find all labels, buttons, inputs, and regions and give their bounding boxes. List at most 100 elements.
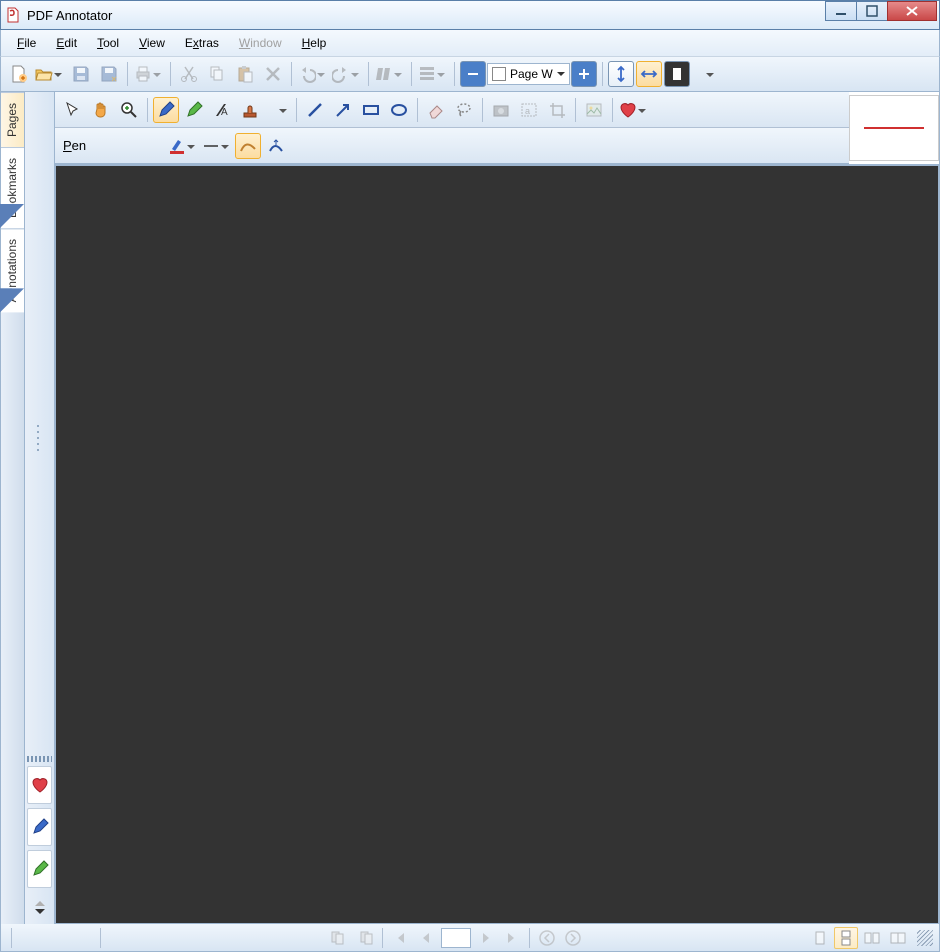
favorite-heart[interactable] — [27, 766, 52, 804]
menu-file[interactable]: File — [7, 33, 46, 53]
side-tab-pages[interactable]: Pages — [1, 92, 24, 147]
zoom-combo[interactable]: Page W — [487, 63, 570, 85]
layout-button[interactable] — [417, 61, 449, 87]
toolbar-separator — [411, 62, 412, 86]
fit-width-button[interactable] — [636, 61, 662, 87]
toolbar-separator — [575, 98, 576, 122]
pen-color-button[interactable] — [167, 133, 199, 159]
layout-two-page-button[interactable] — [860, 927, 884, 949]
nav-forward-button[interactable] — [561, 927, 585, 949]
prev-page-button[interactable] — [414, 927, 438, 949]
menu-extras[interactable]: Extras — [175, 33, 229, 53]
zoom-in-button[interactable] — [571, 61, 597, 87]
toolbar-separator — [127, 62, 128, 86]
zoom-tool[interactable] — [116, 97, 142, 123]
stamp-tool[interactable] — [237, 97, 263, 123]
pen-width-button[interactable] — [201, 133, 233, 159]
app-icon — [5, 7, 21, 23]
minimize-button[interactable] — [825, 1, 857, 21]
arrow-tool[interactable] — [330, 97, 356, 123]
menu-view[interactable]: View — [129, 33, 175, 53]
page-number-input[interactable] — [441, 928, 471, 948]
toolbar-separator — [417, 98, 418, 122]
lasso-tool[interactable] — [451, 97, 477, 123]
pen-preview — [849, 95, 939, 161]
favorite-pen-blue[interactable] — [27, 808, 52, 846]
print-button[interactable] — [133, 61, 165, 87]
favorite-add-button[interactable] — [618, 97, 650, 123]
status-separator — [382, 928, 383, 948]
preview-stroke — [864, 127, 924, 129]
text-tool[interactable]: A — [209, 97, 235, 123]
undo-button[interactable] — [297, 61, 329, 87]
save-as-button[interactable] — [96, 61, 122, 87]
layout-continuous-button[interactable] — [834, 927, 858, 949]
open-button[interactable] — [34, 61, 66, 87]
next-doc-button[interactable] — [353, 927, 377, 949]
last-page-button[interactable] — [500, 927, 524, 949]
toolbar-separator — [147, 98, 148, 122]
crop-tool[interactable] — [544, 97, 570, 123]
toolbar-separator — [368, 62, 369, 86]
select-text-tool[interactable]: a — [516, 97, 542, 123]
document-canvas[interactable] — [55, 165, 939, 924]
chevron-down-icon — [35, 909, 45, 919]
snapshot-tool[interactable] — [488, 97, 514, 123]
menu-help[interactable]: Help — [292, 33, 337, 53]
favorites-spacer — [25, 92, 54, 754]
save-button[interactable] — [68, 61, 94, 87]
first-page-button[interactable] — [388, 927, 412, 949]
fit-page-button[interactable] — [664, 61, 690, 87]
nav-back-button[interactable] — [535, 927, 559, 949]
image-tool[interactable] — [581, 97, 607, 123]
toolbar-separator — [296, 98, 297, 122]
close-button[interactable] — [887, 1, 937, 21]
pen-tool[interactable] — [153, 97, 179, 123]
stamp-dropdown[interactable] — [265, 97, 291, 123]
marker-tool[interactable] — [181, 97, 207, 123]
menu-window[interactable]: Window — [229, 33, 292, 53]
ellipse-tool[interactable] — [386, 97, 412, 123]
window-title: PDF Annotator — [27, 8, 112, 23]
layout-book-button[interactable] — [886, 927, 910, 949]
fit-height-button[interactable] — [608, 61, 634, 87]
toolbar-separator — [454, 62, 455, 86]
side-tabs: Pages Bookmarks Annotations — [1, 92, 25, 924]
menu-tool[interactable]: Tool — [87, 33, 129, 53]
resize-grip-icon[interactable] — [917, 930, 933, 946]
delete-button[interactable] — [260, 61, 286, 87]
drag-handle-icon[interactable] — [37, 423, 41, 453]
paste-button[interactable] — [232, 61, 258, 87]
redo-button[interactable] — [331, 61, 363, 87]
layout-single-button[interactable] — [808, 927, 832, 949]
tool-toolbar: A a — [55, 92, 849, 128]
side-tab-annotations[interactable]: Annotations — [1, 228, 24, 312]
menu-edit[interactable]: Edit — [46, 33, 87, 53]
pen-smooth-button[interactable] — [235, 133, 261, 159]
new-doc-button[interactable] — [6, 61, 32, 87]
toolbar-separator — [291, 62, 292, 86]
cut-button[interactable] — [176, 61, 202, 87]
copy-button[interactable] — [204, 61, 230, 87]
maximize-button[interactable] — [856, 1, 888, 21]
favorites-scroll[interactable] — [27, 892, 52, 922]
view-mode-dropdown[interactable] — [692, 61, 718, 87]
line-tool[interactable] — [302, 97, 328, 123]
favorites-divider — [27, 756, 52, 762]
prev-doc-button[interactable] — [327, 927, 351, 949]
favorite-marker-green[interactable] — [27, 850, 52, 888]
find-button[interactable] — [374, 61, 406, 87]
pen-label: Pen — [63, 138, 86, 153]
status-separator — [100, 928, 101, 948]
chevron-up-icon — [35, 896, 45, 906]
rectangle-tool[interactable] — [358, 97, 384, 123]
pointer-tool[interactable] — [60, 97, 86, 123]
content-row: Pages Bookmarks Annotations — [0, 92, 940, 924]
side-tab-bookmarks[interactable]: Bookmarks — [1, 147, 24, 228]
pen-pressure-button[interactable] — [263, 133, 289, 159]
pan-tool[interactable] — [88, 97, 114, 123]
zoom-out-button[interactable] — [460, 61, 486, 87]
next-page-button[interactable] — [474, 927, 498, 949]
eraser-tool[interactable] — [423, 97, 449, 123]
status-bar — [0, 924, 940, 952]
